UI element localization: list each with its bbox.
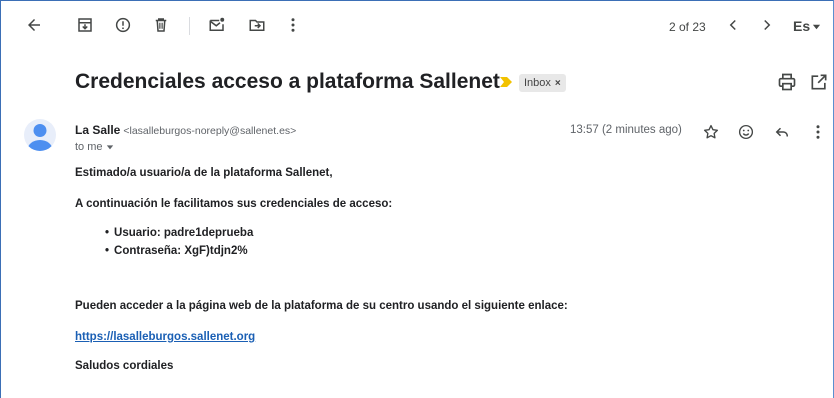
caret-down-icon — [106, 145, 113, 150]
toolbar-divider — [189, 17, 190, 35]
platform-link[interactable]: https://lasalleburgos.sallenet.org — [75, 331, 255, 343]
email-intro: A continuación le facilitamos sus creden… — [75, 198, 393, 210]
recipient-label: to me — [75, 141, 103, 153]
person-avatar-icon — [27, 124, 53, 151]
sender-avatar[interactable] — [24, 119, 56, 151]
importance-marker-icon[interactable] — [500, 77, 512, 87]
open-in-new-icon — [811, 74, 827, 90]
mark-unread-button[interactable] — [205, 13, 229, 37]
report-spam-button[interactable] — [111, 13, 135, 37]
mark-unread-icon — [209, 17, 225, 31]
newer-button[interactable] — [721, 13, 745, 37]
print-icon — [778, 73, 796, 91]
print-button[interactable] — [777, 72, 797, 92]
email-subject: Credenciales acceso a plataforma Sallene… — [75, 70, 500, 93]
reply-button[interactable] — [771, 121, 793, 143]
email-closing: Saludos cordiales — [75, 360, 174, 372]
older-button[interactable] — [755, 13, 779, 37]
pager-count: 2 of 23 — [669, 20, 706, 34]
email-timestamp: 13:57 (2 minutes ago) — [570, 124, 682, 136]
message-more-button[interactable] — [807, 121, 829, 143]
star-button[interactable] — [700, 121, 722, 143]
list-item: Contraseña: XgF)tdjn2% — [105, 242, 253, 260]
email-greeting: Estimado/a usuario/a de la plataforma Sa… — [75, 167, 333, 179]
list-item: Usuario: padre1deprueba — [105, 224, 253, 242]
trash-icon — [155, 18, 167, 32]
message-toolbar: 2 of 23 Es — [0, 0, 834, 50]
more-options-button[interactable] — [281, 13, 305, 37]
arrow-left-icon — [28, 19, 40, 31]
sender-name: La Salle — [75, 123, 121, 137]
more-vert-icon — [291, 18, 295, 32]
label-text: Inbox — [524, 77, 551, 89]
chevron-left-icon — [729, 19, 736, 31]
archive-button[interactable] — [73, 13, 97, 37]
star-icon — [703, 124, 719, 139]
language-label: Es — [793, 18, 811, 34]
reply-icon — [775, 127, 788, 137]
archive-icon — [78, 18, 92, 32]
chevron-right-icon — [764, 19, 771, 31]
back-button[interactable] — [22, 13, 46, 37]
emoji-icon — [738, 124, 754, 140]
sender-email: <lasalleburgos-noreply@sallenet.es> — [123, 125, 297, 137]
report-spam-icon — [115, 17, 131, 33]
move-to-button[interactable] — [245, 13, 269, 37]
more-vert-icon — [816, 125, 820, 139]
language-selector[interactable]: Es — [793, 18, 821, 34]
remove-label-button[interactable]: × — [555, 78, 561, 89]
credentials-list: Usuario: padre1deprueba Contraseña: XgF)… — [105, 224, 253, 260]
email-access-text: Pueden acceder a la página web de la pla… — [75, 300, 568, 312]
open-in-new-window-button[interactable] — [809, 72, 829, 92]
add-reaction-button[interactable] — [735, 121, 757, 143]
recipient-details-toggle[interactable]: to me — [75, 141, 114, 153]
sender[interactable]: La Salle <lasalleburgos-noreply@sallenet.… — [75, 123, 296, 137]
delete-button[interactable] — [149, 13, 173, 37]
inbox-label-chip[interactable]: Inbox × — [519, 74, 566, 92]
caret-down-icon — [813, 24, 821, 29]
move-to-icon — [249, 19, 265, 31]
